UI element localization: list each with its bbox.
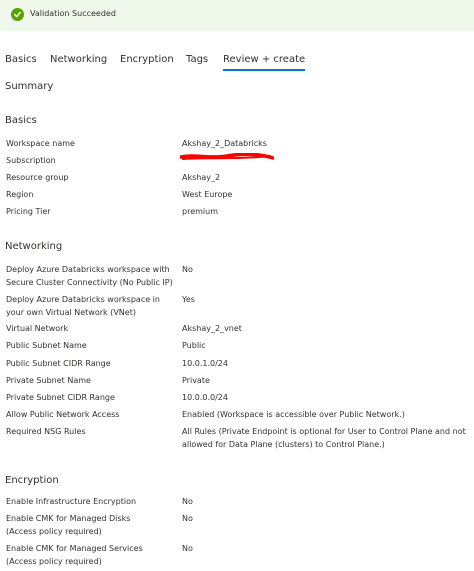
label-secure-cluster-connectivity: Deploy Azure Databricks workspace with Se…	[6, 265, 173, 287]
value-infrastructure-encryption: No	[182, 497, 193, 506]
basics-heading: Basics	[5, 115, 37, 126]
redaction-mark	[180, 153, 274, 160]
value-cmk-managed-disks: No	[182, 514, 193, 523]
label-cmk-managed-disks: Enable CMK for Managed Disks (Access poli…	[6, 514, 131, 536]
check-circle-icon	[11, 8, 24, 21]
label-nsg-rules: Required NSG Rules	[6, 427, 86, 436]
label-subscription: Subscription	[6, 156, 56, 165]
label-infrastructure-encryption: Enable Infrastructure Encryption	[6, 497, 137, 506]
encryption-heading: Encryption	[5, 475, 59, 486]
value-resource-group: Akshay_2	[182, 173, 221, 182]
label-own-vnet: Deploy Azure Databricks workspace in your…	[6, 295, 160, 317]
label-region: Region	[6, 190, 34, 199]
value-virtual-network: Akshay_2_vnet	[182, 324, 242, 333]
value-public-subnet-cidr: 10.0.1.0/24	[182, 359, 228, 368]
value-cmk-managed-services: No	[182, 544, 193, 553]
label-resource-group: Resource group	[6, 173, 69, 182]
tab-bar: Basics Networking Encryption Tags Review…	[0, 52, 474, 72]
label-public-subnet-name: Public Subnet Name	[6, 341, 87, 350]
label-private-subnet-cidr: Private Subnet CIDR Range	[6, 393, 115, 402]
label-private-subnet-name: Private Subnet Name	[6, 376, 91, 385]
label-public-subnet-cidr: Public Subnet CIDR Range	[6, 359, 111, 368]
value-allow-public-access: Enabled (Workspace is accessible over Pu…	[182, 410, 405, 419]
value-private-subnet-cidr: 10.0.0.0/24	[182, 393, 228, 402]
value-region: West Europe	[182, 190, 233, 199]
label-cmk-managed-services: Enable CMK for Managed Services (Access p…	[6, 544, 143, 566]
validation-message: Validation Succeeded	[30, 9, 116, 18]
label-workspace-name: Workspace name	[6, 139, 75, 148]
value-pricing-tier: premium	[182, 207, 218, 216]
label-allow-public-access: Allow Public Network Access	[6, 410, 120, 419]
tab-tags[interactable]: Tags	[186, 54, 208, 65]
networking-heading: Networking	[5, 241, 63, 252]
value-private-subnet-name: Private	[182, 376, 210, 385]
validation-banner: Validation Succeeded	[0, 0, 474, 31]
tab-basics[interactable]: Basics	[5, 54, 37, 65]
summary-heading: Summary	[5, 81, 54, 92]
tab-review-create[interactable]: Review + create	[223, 54, 306, 71]
value-nsg-rules: All Rules (Private Endpoint is optional …	[182, 427, 466, 449]
value-secure-cluster-connectivity: No	[182, 265, 193, 274]
label-virtual-network: Virtual Network	[6, 324, 69, 333]
value-public-subnet-name: Public	[182, 341, 206, 350]
value-workspace-name: Akshay_2_Databricks	[182, 139, 267, 148]
value-own-vnet: Yes	[182, 295, 195, 304]
tab-networking[interactable]: Networking	[50, 54, 107, 65]
label-pricing-tier: Pricing Tier	[6, 207, 51, 216]
tab-encryption[interactable]: Encryption	[120, 54, 174, 65]
